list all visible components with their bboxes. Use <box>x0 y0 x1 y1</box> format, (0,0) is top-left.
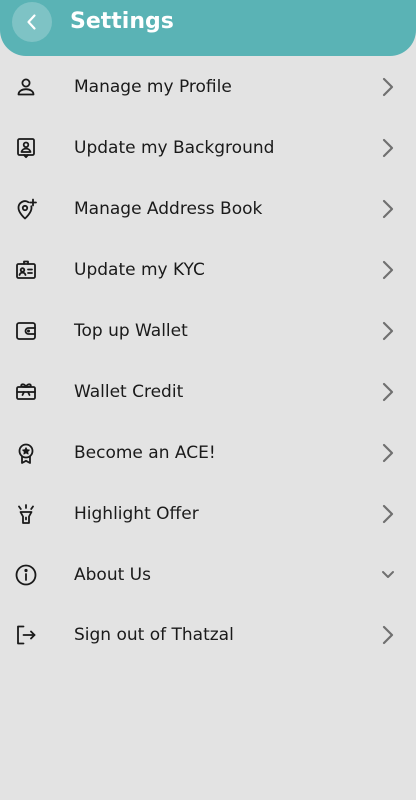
chevron-right-icon <box>380 137 396 159</box>
chevron-right-icon <box>380 442 396 464</box>
settings-menu: Manage my Profile Update my Background M… <box>0 57 416 666</box>
menu-item-update-kyc[interactable]: Update my KYC <box>0 240 416 301</box>
award-star-icon <box>14 441 38 465</box>
location-pin-add-icon <box>14 197 38 221</box>
menu-item-label: About Us <box>74 564 151 585</box>
menu-item-label: Update my KYC <box>74 260 205 281</box>
chevron-right-icon <box>380 503 396 525</box>
chevron-right-icon <box>380 320 396 342</box>
portrait-frame-icon <box>14 136 38 160</box>
menu-item-wallet-credit[interactable]: Wallet Credit <box>0 361 416 422</box>
flashlight-icon <box>14 502 38 526</box>
menu-item-top-up-wallet[interactable]: Top up Wallet <box>0 301 416 362</box>
chevron-down-icon <box>380 564 396 586</box>
menu-item-label: Wallet Credit <box>74 381 184 402</box>
user-icon <box>14 75 38 99</box>
menu-item-address-book[interactable]: Manage Address Book <box>0 179 416 240</box>
menu-item-manage-profile[interactable]: Manage my Profile <box>0 57 416 118</box>
chevron-left-icon <box>27 14 36 30</box>
chevron-right-icon <box>380 198 396 220</box>
menu-item-label: Become an ACE! <box>74 442 216 463</box>
app-header: Settings <box>0 0 416 56</box>
menu-item-sign-out[interactable]: Sign out of Thatzal <box>0 605 416 666</box>
menu-item-highlight-offer[interactable]: Highlight Offer <box>0 483 416 544</box>
menu-item-about-us[interactable]: About Us <box>0 544 416 605</box>
menu-item-label: Manage Address Book <box>74 199 263 220</box>
chevron-right-icon <box>380 381 396 403</box>
chevron-right-icon <box>380 259 396 281</box>
menu-item-label: Sign out of Thatzal <box>74 625 234 646</box>
sign-out-icon <box>14 623 38 647</box>
menu-item-label: Update my Background <box>74 138 275 159</box>
menu-item-label: Highlight Offer <box>74 503 199 524</box>
chevron-right-icon <box>380 76 396 98</box>
menu-item-label: Top up Wallet <box>74 321 188 341</box>
page-title: Settings <box>70 9 174 34</box>
menu-item-become-ace[interactable]: Become an ACE! <box>0 422 416 483</box>
wallet-icon <box>14 319 38 343</box>
gift-card-icon <box>14 380 38 404</box>
info-circle-icon <box>14 563 38 587</box>
chevron-right-icon <box>380 624 396 646</box>
back-button[interactable] <box>12 2 52 42</box>
menu-item-update-background[interactable]: Update my Background <box>0 118 416 179</box>
id-card-icon <box>14 258 38 282</box>
menu-item-label: Manage my Profile <box>74 77 232 98</box>
